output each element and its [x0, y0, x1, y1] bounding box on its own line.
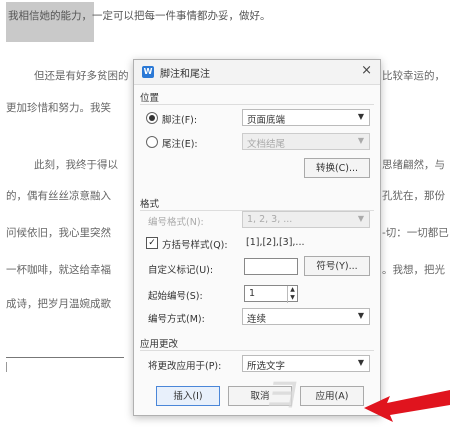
- dialog-title: 脚注和尾注: [160, 69, 210, 80]
- chevron-down-icon: ▼: [357, 136, 364, 145]
- footnote-endnote-dialog: W 脚注和尾注 × 位置 脚注(F): 页面底端 ▼ 尾注(E): 文档结尾 ▼…: [133, 59, 381, 416]
- custom-mark-label: 自定义标记(U):: [148, 265, 214, 276]
- section-divider: [140, 104, 374, 105]
- arrow-shape: [364, 390, 450, 422]
- section-position-heading: 位置: [140, 93, 160, 104]
- doc-fragment-4: -切：一切都已: [382, 227, 449, 239]
- section-format-heading: 格式: [140, 199, 160, 210]
- apply-to-label: 将更改应用于(P):: [148, 361, 222, 372]
- symbol-button[interactable]: 符号(Y)...: [304, 256, 370, 276]
- custom-mark-input[interactable]: [244, 258, 298, 275]
- chevron-down-icon: ▼: [357, 214, 364, 223]
- start-number-value: 1: [249, 288, 256, 299]
- section-divider: [140, 350, 374, 351]
- apply-to-value: 所选文字: [247, 361, 286, 372]
- numbering-mode-select[interactable]: 连续 ▼: [242, 308, 370, 325]
- footnote-separator-line: [6, 357, 124, 358]
- insert-button[interactable]: 插入(I): [156, 386, 220, 406]
- start-number-stepper[interactable]: 1 ▲ ▼: [244, 285, 298, 303]
- chevron-down-icon: ▼: [357, 358, 364, 367]
- doc-line-7: 一杯咖啡，就这给幸福: [6, 264, 111, 276]
- number-format-select[interactable]: 1, 2, 3, ... ▼: [242, 211, 370, 228]
- chevron-down-icon: ▼: [357, 311, 364, 320]
- doc-line-5: 的，偶有丝丝凉意融入: [6, 190, 111, 202]
- start-number-label: 起始编号(S):: [148, 291, 203, 302]
- footnote-label: 脚注(F):: [162, 115, 198, 126]
- apply-to-select[interactable]: 所选文字 ▼: [242, 355, 370, 372]
- section-apply-heading: 应用更改: [140, 339, 179, 350]
- numbering-mode-label: 编号方式(M):: [148, 314, 205, 325]
- doc-fragment-2: 思绪翩然，与: [382, 159, 445, 171]
- doc-line-4: 此刻，我终于得以: [34, 159, 118, 171]
- bracket-style-checkbox[interactable]: ✓: [146, 237, 158, 249]
- endnote-label: 尾注(E):: [162, 139, 198, 150]
- stepper-buttons[interactable]: ▲ ▼: [287, 286, 297, 303]
- footnote-position-select[interactable]: 页面底端 ▼: [242, 109, 370, 126]
- doc-line-8: 成诗，把岁月温婉成歌: [6, 298, 111, 310]
- number-format-label: 编号格式(N):: [148, 217, 204, 228]
- radio-selected-dot: [149, 115, 155, 121]
- endnote-radio[interactable]: [146, 136, 158, 148]
- doc-line-2: 但还是有好多贫困的: [34, 70, 129, 82]
- footnote-position-value: 页面底端: [247, 115, 286, 126]
- chevron-down-icon: ▼: [357, 112, 364, 121]
- spin-up-icon[interactable]: ▲: [288, 286, 297, 294]
- numbering-mode-value: 连续: [247, 314, 267, 325]
- wps-app-icon: W: [142, 66, 154, 78]
- close-icon[interactable]: ×: [361, 63, 372, 78]
- endnote-position-select[interactable]: 文档结尾 ▼: [242, 133, 370, 150]
- endnote-position-value: 文档结尾: [247, 139, 286, 150]
- number-format-value: 1, 2, 3, ...: [247, 214, 293, 225]
- footnote-radio[interactable]: [146, 112, 158, 124]
- doc-line-6: 问候依旧，我心里突然: [6, 227, 111, 239]
- convert-button[interactable]: 转换(C)...: [304, 158, 370, 178]
- bracket-style-label: 方括号样式(Q):: [162, 240, 228, 251]
- dialog-titlebar[interactable]: W 脚注和尾注 ×: [134, 60, 380, 85]
- doc-fragment-5: 。我想，把光: [382, 264, 445, 276]
- doc-line-3: 更加珍惜和努力。我笑: [6, 102, 111, 114]
- doc-line-1: 我相信她的能力，一定可以把每一件事情都办妥，做好。: [8, 10, 271, 22]
- spin-down-icon[interactable]: ▼: [288, 294, 297, 302]
- red-arrow-annotation: [364, 390, 450, 422]
- doc-fragment-3: 孔犹在，那份: [382, 190, 445, 202]
- bracket-style-preview: [1],[2],[3],...: [246, 237, 305, 248]
- text-cursor: [6, 362, 7, 372]
- doc-fragment-1: 比较幸运的，: [382, 70, 445, 82]
- watermark-glyph: ⺕: [265, 378, 302, 413]
